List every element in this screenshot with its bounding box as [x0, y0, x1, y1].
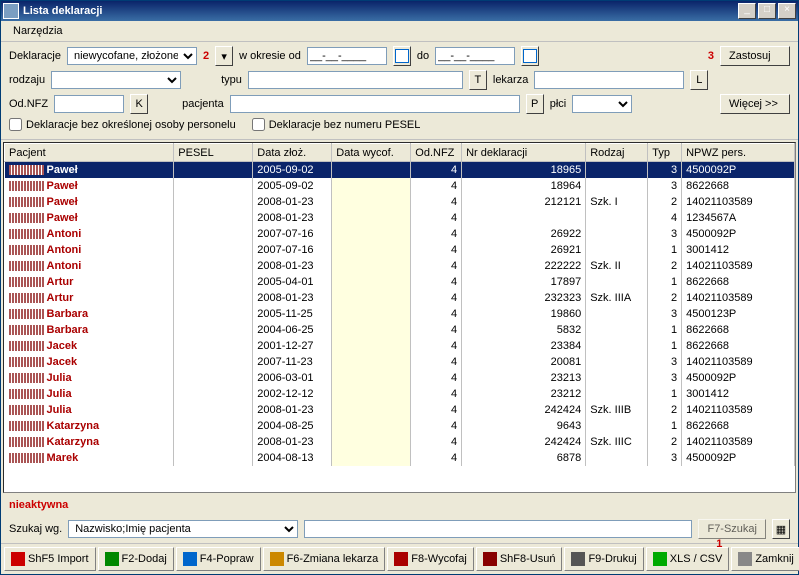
table-row[interactable]: Julia2002-12-1242321213001412	[5, 386, 795, 402]
col-header[interactable]: Rodzaj	[586, 144, 648, 162]
col-header[interactable]: PESEL	[174, 144, 253, 162]
menu-tools[interactable]: Narzędzia	[7, 23, 69, 39]
date-to-cal-button[interactable]	[521, 46, 539, 66]
table-row[interactable]: Julia2006-03-0142321334500092P	[5, 370, 795, 386]
marker-2: 2	[203, 50, 209, 62]
titlebar: Lista deklaracji _ □ ×	[1, 1, 798, 21]
table-row[interactable]: Katarzyna2004-08-254964318622668	[5, 418, 795, 434]
table-row[interactable]: Antoni2007-07-1642692113001412	[5, 242, 795, 258]
search-aux-button[interactable]: ▦	[772, 519, 790, 539]
close-button-footer[interactable]: Zamknij	[731, 547, 799, 571]
col-header[interactable]: Od.NFZ	[411, 144, 462, 162]
decl-select[interactable]: niewycofane, złożone	[67, 47, 197, 65]
calendar-icon	[523, 49, 537, 63]
maximize-button[interactable]: □	[758, 3, 776, 19]
table-row[interactable]: Julia2008-01-234242424Szk. IIIB214021103…	[5, 402, 795, 418]
col-header[interactable]: Pacjent	[5, 144, 174, 162]
search-button[interactable]: F7-Szukaj	[698, 519, 766, 539]
decl-label: Deklaracje	[9, 50, 61, 62]
kind-label: rodzaju	[9, 74, 45, 86]
kind-select[interactable]	[51, 71, 181, 89]
search-field-select[interactable]: Nazwisko;Imię pacjenta	[68, 520, 298, 538]
table-row[interactable]: Paweł2008-01-23441234567A	[5, 210, 795, 226]
chk-no-staff-box[interactable]	[9, 118, 22, 131]
doctor-lookup-button[interactable]: L	[690, 70, 708, 90]
more-button[interactable]: Więcej >>	[720, 94, 790, 114]
doctor-input[interactable]	[534, 71, 684, 89]
period-to-label: do	[417, 50, 429, 62]
withdraw-button[interactable]: F8-Wycofaj	[387, 547, 474, 571]
sex-label: płci	[550, 98, 567, 110]
close-button[interactable]: ×	[778, 3, 796, 19]
apply-button[interactable]: Zastosuj	[720, 46, 790, 66]
import-button[interactable]: ShF5 Import	[4, 547, 96, 571]
xls-csv-button[interactable]: 1XLS / CSV	[646, 547, 730, 571]
calendar-icon	[395, 49, 409, 63]
odnfz-label: Od.NFZ	[9, 98, 48, 110]
delete-button[interactable]: ShF8-Usuń	[476, 547, 563, 571]
date-to-input[interactable]	[435, 47, 515, 65]
table-row[interactable]: Katarzyna2008-01-234242424Szk. IIIC21402…	[5, 434, 795, 450]
col-header[interactable]: Nr deklaracji	[462, 144, 586, 162]
delete-icon	[483, 552, 497, 566]
col-header[interactable]: Data wycof.	[332, 144, 411, 162]
minimize-button[interactable]: _	[738, 3, 756, 19]
table-row[interactable]: Jacek2001-12-2742338418622668	[5, 338, 795, 354]
chk-no-staff[interactable]: Deklaracje bez określonej osoby personel…	[9, 118, 236, 131]
import-icon	[11, 552, 25, 566]
odnfz-lookup-button[interactable]: K	[130, 94, 148, 114]
odnfz-input[interactable]	[54, 95, 124, 113]
filters-panel: Deklaracje niewycofane, złożone 2 ▾ w ok…	[1, 42, 798, 140]
data-grid[interactable]: PacjentPESELData złoż.Data wycof.Od.NFZN…	[3, 142, 796, 493]
type-input[interactable]	[248, 71, 463, 89]
table-row[interactable]: Barbara2005-11-2541986034500123P	[5, 306, 795, 322]
marker-3: 3	[708, 50, 714, 62]
period-from-label: w okresie od	[239, 50, 301, 62]
print-button[interactable]: F9-Drukuj	[564, 547, 643, 571]
table-row[interactable]: Paweł2008-01-234212121Szk. I214021103589	[5, 194, 795, 210]
withdraw-icon	[394, 552, 408, 566]
search-input[interactable]	[304, 520, 692, 538]
table-row[interactable]: Antoni2007-07-1642692234500092P	[5, 226, 795, 242]
table-row[interactable]: Marek2004-08-134687834500092P	[5, 450, 795, 466]
xls-icon	[653, 552, 667, 566]
change-icon	[270, 552, 284, 566]
decl-dropdown-button[interactable]: ▾	[215, 46, 233, 66]
menubar: Narzędzia	[1, 21, 798, 42]
edit-button[interactable]: F4-Popraw	[176, 547, 261, 571]
doctor-label: lekarza	[493, 74, 528, 86]
table-row[interactable]: Barbara2004-06-254583218622668	[5, 322, 795, 338]
table-row[interactable]: Paweł2005-09-0241896534500092P	[5, 162, 795, 178]
footer-toolbar: ShF5 Import F2-Dodaj F4-Popraw F6-Zmiana…	[1, 543, 798, 574]
table-row[interactable]: Jacek2007-11-23420081314021103589	[5, 354, 795, 370]
type-label: typu	[221, 74, 242, 86]
table-row[interactable]: Antoni2008-01-234222222Szk. II2140211035…	[5, 258, 795, 274]
sex-select[interactable]	[572, 95, 632, 113]
patient-input[interactable]	[230, 95, 520, 113]
add-button[interactable]: F2-Dodaj	[98, 547, 174, 571]
status-text: nieaktywna	[1, 495, 798, 515]
col-header[interactable]: Data złoż.	[253, 144, 332, 162]
window-title: Lista deklaracji	[23, 5, 738, 17]
table-row[interactable]: Artur2005-04-0141789718622668	[5, 274, 795, 290]
date-from-input[interactable]	[307, 47, 387, 65]
app-icon	[3, 3, 19, 19]
chk-no-pesel-box[interactable]	[252, 118, 265, 131]
add-icon	[105, 552, 119, 566]
patient-label: pacjenta	[182, 98, 224, 110]
table-row[interactable]: Paweł2005-09-0241896438622668	[5, 178, 795, 194]
close-icon	[738, 552, 752, 566]
date-from-cal-button[interactable]	[393, 46, 411, 66]
patient-lookup-button[interactable]: P	[526, 94, 544, 114]
col-header[interactable]: Typ	[648, 144, 682, 162]
type-lookup-button[interactable]: T	[469, 70, 487, 90]
table-row[interactable]: Artur2008-01-234232323Szk. IIIA214021103…	[5, 290, 795, 306]
change-doctor-button[interactable]: F6-Zmiana lekarza	[263, 547, 386, 571]
col-header[interactable]: NPWZ pers.	[682, 144, 795, 162]
search-label: Szukaj wg.	[9, 523, 62, 535]
edit-icon	[183, 552, 197, 566]
marker-1: 1	[716, 538, 722, 550]
chk-no-pesel[interactable]: Deklaracje bez numeru PESEL	[252, 118, 421, 131]
print-icon	[571, 552, 585, 566]
